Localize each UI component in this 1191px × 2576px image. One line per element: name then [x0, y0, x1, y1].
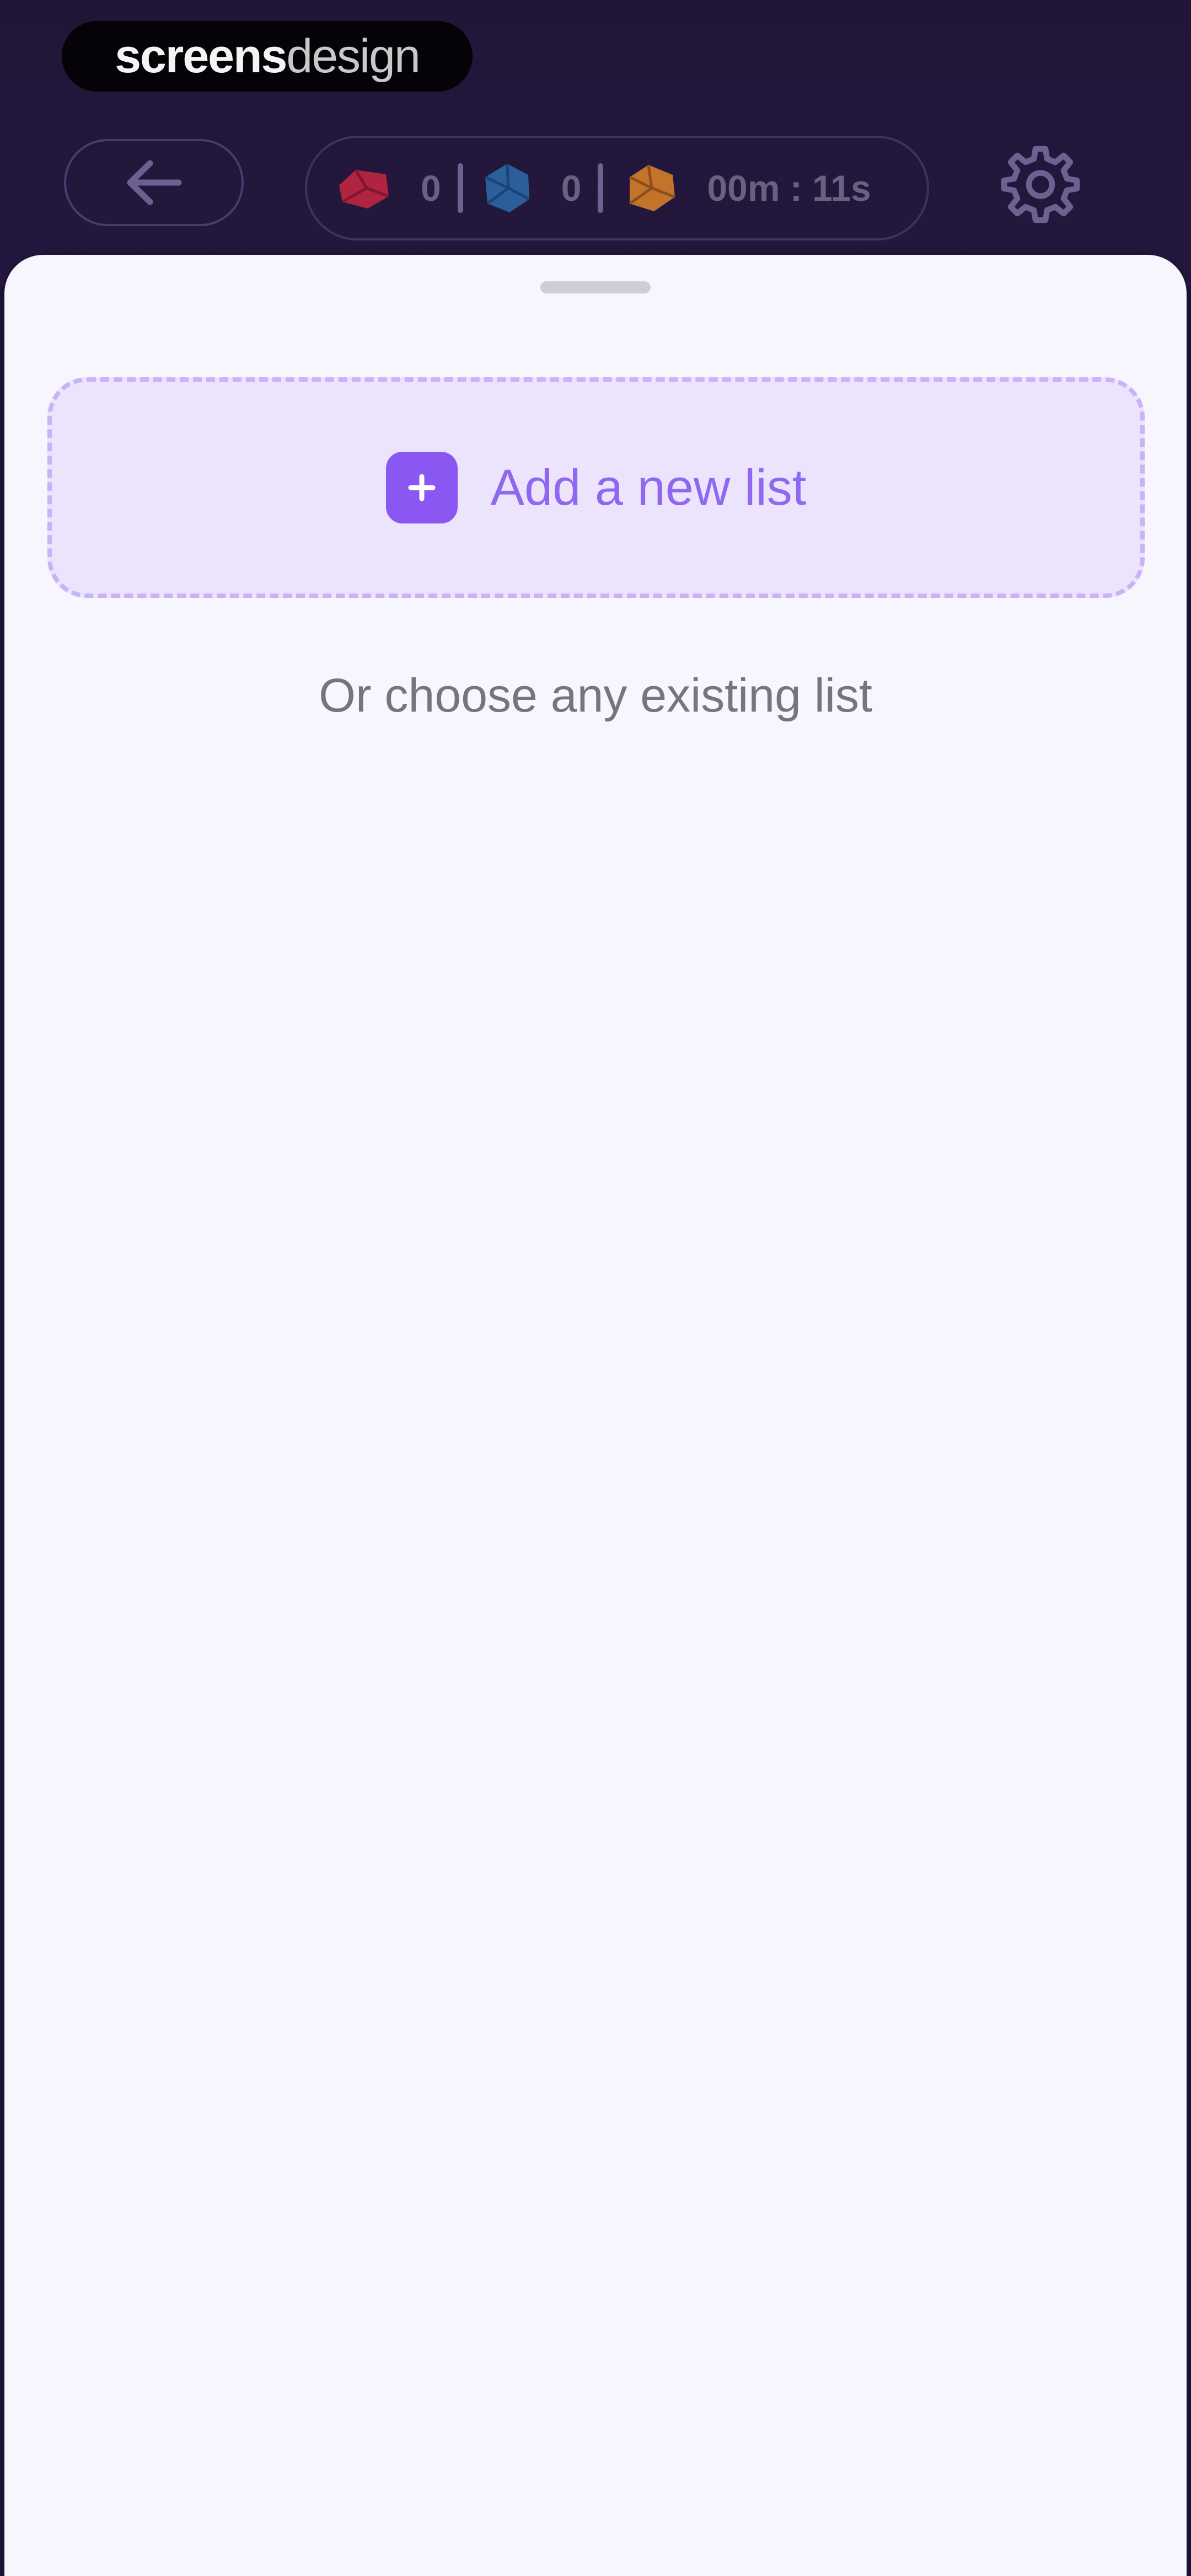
watermark-part-2: design	[286, 29, 420, 83]
stat-red: 0	[334, 163, 441, 213]
plus-glyph	[408, 474, 436, 501]
plus-icon	[385, 452, 458, 523]
stat-blue: 0	[480, 161, 582, 216]
back-button[interactable]	[64, 139, 244, 226]
stat-blue-value: 0	[561, 168, 582, 209]
bottom-sheet: Add a new list Or choose any existing li…	[4, 255, 1187, 2576]
stat-timer: 00m : 11s	[620, 161, 871, 216]
separator	[457, 163, 463, 213]
arrow-left-icon	[127, 160, 182, 205]
stats-bar: 0 0 00m : 11s	[305, 136, 929, 241]
stat-red-value: 0	[421, 168, 441, 209]
blue-gem-icon	[484, 163, 530, 212]
red-gem-icon	[339, 169, 389, 209]
sheet-drag-handle[interactable]	[540, 281, 651, 293]
separator	[598, 163, 604, 213]
timer-value: 00m : 11s	[707, 168, 871, 209]
gear-icon[interactable]	[999, 142, 1082, 225]
watermark-logo: screens design	[62, 21, 473, 92]
watermark-part-1: screens	[115, 29, 287, 83]
add-new-list-label: Add a new list	[490, 459, 807, 516]
orange-gem-icon	[629, 164, 676, 211]
choose-existing-list-text: Or choose any existing list	[319, 669, 872, 722]
add-new-list-button[interactable]: Add a new list	[47, 377, 1145, 598]
